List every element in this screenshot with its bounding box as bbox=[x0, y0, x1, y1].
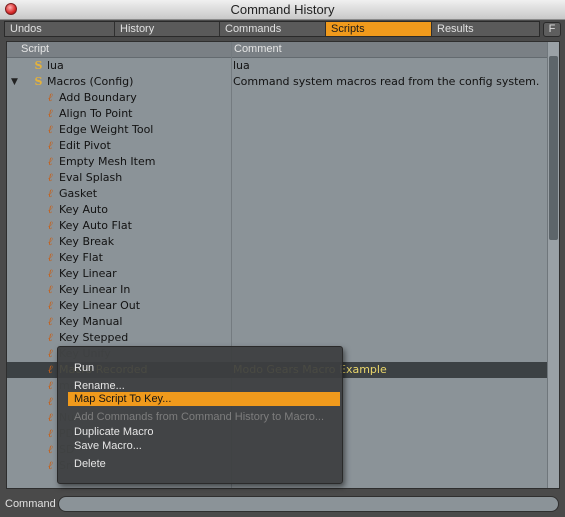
tree-row-label: lua bbox=[47, 59, 64, 72]
menu-item-duplicate-macro[interactable]: Duplicate Macro bbox=[74, 425, 153, 439]
menu-item-add-commands-to-macro[interactable]: Add Commands from Command History to Mac… bbox=[74, 410, 324, 424]
menu-item-run[interactable]: Run bbox=[74, 361, 94, 375]
macro-icon: ℓ bbox=[48, 283, 53, 296]
column-header: Script Comment bbox=[7, 42, 547, 58]
tree-row-label: Empty Mesh Item bbox=[59, 155, 156, 168]
tree-row[interactable]: ℓ Empty Mesh Item bbox=[7, 154, 547, 170]
macro-icon: ℓ bbox=[48, 267, 53, 280]
macro-icon: ℓ bbox=[48, 91, 53, 104]
menu-item-map-script-to-key[interactable]: Map Script To Key... bbox=[68, 392, 340, 406]
macro-icon: ℓ bbox=[48, 395, 53, 408]
tree-row[interactable]: ℓ Key Break bbox=[7, 234, 547, 250]
tab-history[interactable]: History bbox=[115, 22, 220, 36]
tab-results[interactable]: Results bbox=[432, 22, 539, 36]
command-label: Command bbox=[5, 498, 56, 510]
tree-row[interactable]: ▼ S Macros (Config) Command system macros r… bbox=[7, 74, 547, 90]
tree-row-label: Key Auto bbox=[59, 203, 108, 216]
tree-row-label: Edge Weight Tool bbox=[59, 123, 154, 136]
script-column-header[interactable]: Script bbox=[21, 43, 49, 55]
tree-row-comment: lua bbox=[233, 59, 250, 72]
macro-icon: ℓ bbox=[48, 251, 53, 264]
tree-row[interactable]: ℓ Key Flat bbox=[7, 250, 547, 266]
tab-scripts[interactable]: Scripts bbox=[326, 22, 432, 36]
macro-icon: ℓ bbox=[48, 299, 53, 312]
macro-icon: ℓ bbox=[48, 203, 53, 216]
macro-icon: ℓ bbox=[48, 139, 53, 152]
macro-icon: ℓ bbox=[48, 459, 53, 472]
macro-icon: ℓ bbox=[48, 363, 53, 376]
macro-icon: ℓ bbox=[48, 187, 53, 200]
tree-row-label: Key Flat bbox=[59, 251, 103, 264]
tree-row[interactable]: ℓ Key Linear In bbox=[7, 282, 547, 298]
macro-icon: ℓ bbox=[48, 379, 53, 392]
tab-commands[interactable]: Commands bbox=[220, 22, 326, 36]
tree-row[interactable]: ℓ Key Stepped bbox=[7, 330, 547, 346]
tree-row-label: Eval Splash bbox=[59, 171, 123, 184]
window-title: Command History bbox=[230, 2, 335, 17]
tree-row[interactable]: ℓ Key Linear bbox=[7, 266, 547, 282]
macro-icon: ℓ bbox=[48, 331, 53, 344]
tree-row[interactable]: ℓ Key Manual bbox=[7, 314, 547, 330]
tree-row-label: Key Linear In bbox=[59, 283, 131, 296]
macro-icon: ℓ bbox=[48, 123, 53, 136]
macro-icon: ℓ bbox=[48, 107, 53, 120]
macro-icon: ℓ bbox=[48, 427, 53, 440]
tree-row[interactable]: ℓ Key Auto bbox=[7, 202, 547, 218]
scrollbar-thumb[interactable] bbox=[549, 56, 558, 240]
tree-row-label: Key Stepped bbox=[59, 331, 129, 344]
filter-button[interactable]: F bbox=[543, 22, 561, 37]
context-menu: Run Rename... Map Script To Key... Add C… bbox=[57, 346, 343, 484]
vertical-scrollbar[interactable] bbox=[547, 42, 559, 488]
command-history-window: Command History Undos History Commands S… bbox=[0, 0, 565, 517]
tree-row[interactable]: ℓ Align To Point bbox=[7, 106, 547, 122]
expand-arrow-icon[interactable]: ▼ bbox=[11, 74, 18, 90]
menu-item-rename[interactable]: Rename... bbox=[74, 379, 125, 393]
script-icon: S bbox=[34, 75, 43, 88]
tree-row-label: Key Auto Flat bbox=[59, 219, 132, 232]
comment-column-header[interactable]: Comment bbox=[234, 43, 282, 55]
tree-row[interactable]: Slua lua bbox=[7, 58, 547, 74]
tree-row-label: Key Linear Out bbox=[59, 299, 141, 312]
tree-row[interactable]: ℓ Edge Weight Tool bbox=[7, 122, 547, 138]
menu-item-delete[interactable]: Delete bbox=[74, 457, 106, 471]
command-input[interactable] bbox=[58, 496, 559, 512]
macro-icon: ℓ bbox=[48, 219, 53, 232]
tree-row[interactable]: ℓ Edit Pivot bbox=[7, 138, 547, 154]
macro-icon: ℓ bbox=[48, 443, 53, 456]
macro-icon: ℓ bbox=[48, 155, 53, 168]
tree-row-label: Key Linear bbox=[59, 267, 117, 280]
tab-bar: Undos History Commands Scripts Results bbox=[4, 21, 540, 37]
tree-row-label: Gasket bbox=[59, 187, 98, 200]
tree-row-label: Key Manual bbox=[59, 315, 123, 328]
tree-row[interactable]: ℓ Add Boundary bbox=[7, 90, 547, 106]
menu-item-save-macro[interactable]: Save Macro... bbox=[74, 439, 142, 453]
macro-icon: ℓ bbox=[48, 347, 53, 360]
macro-icon: ℓ bbox=[48, 171, 53, 184]
tree-row[interactable]: ℓ Eval Splash bbox=[7, 170, 547, 186]
command-bar: Command bbox=[0, 493, 565, 517]
tree-row[interactable]: ℓ Key Linear Out bbox=[7, 298, 547, 314]
tree-row[interactable]: ℓ Gasket bbox=[7, 186, 547, 202]
tree-row-label: Macros (Config) bbox=[47, 75, 134, 88]
script-icon: S bbox=[34, 59, 43, 72]
macro-icon: ℓ bbox=[48, 411, 53, 424]
tree-row-label: Edit Pivot bbox=[59, 139, 111, 152]
macro-icon: ℓ bbox=[48, 315, 53, 328]
title-bar: Command History bbox=[0, 0, 565, 20]
tree-row-label: Key Break bbox=[59, 235, 115, 248]
tree-row-label: Add Boundary bbox=[59, 91, 137, 104]
tab-undos[interactable]: Undos bbox=[5, 22, 115, 36]
macro-icon: ℓ bbox=[48, 235, 53, 248]
tree-row-label: Align To Point bbox=[59, 107, 133, 120]
tree-row-comment: Command system macros read from the conf… bbox=[233, 75, 540, 88]
tree-row[interactable]: ℓ Key Auto Flat bbox=[7, 218, 547, 234]
